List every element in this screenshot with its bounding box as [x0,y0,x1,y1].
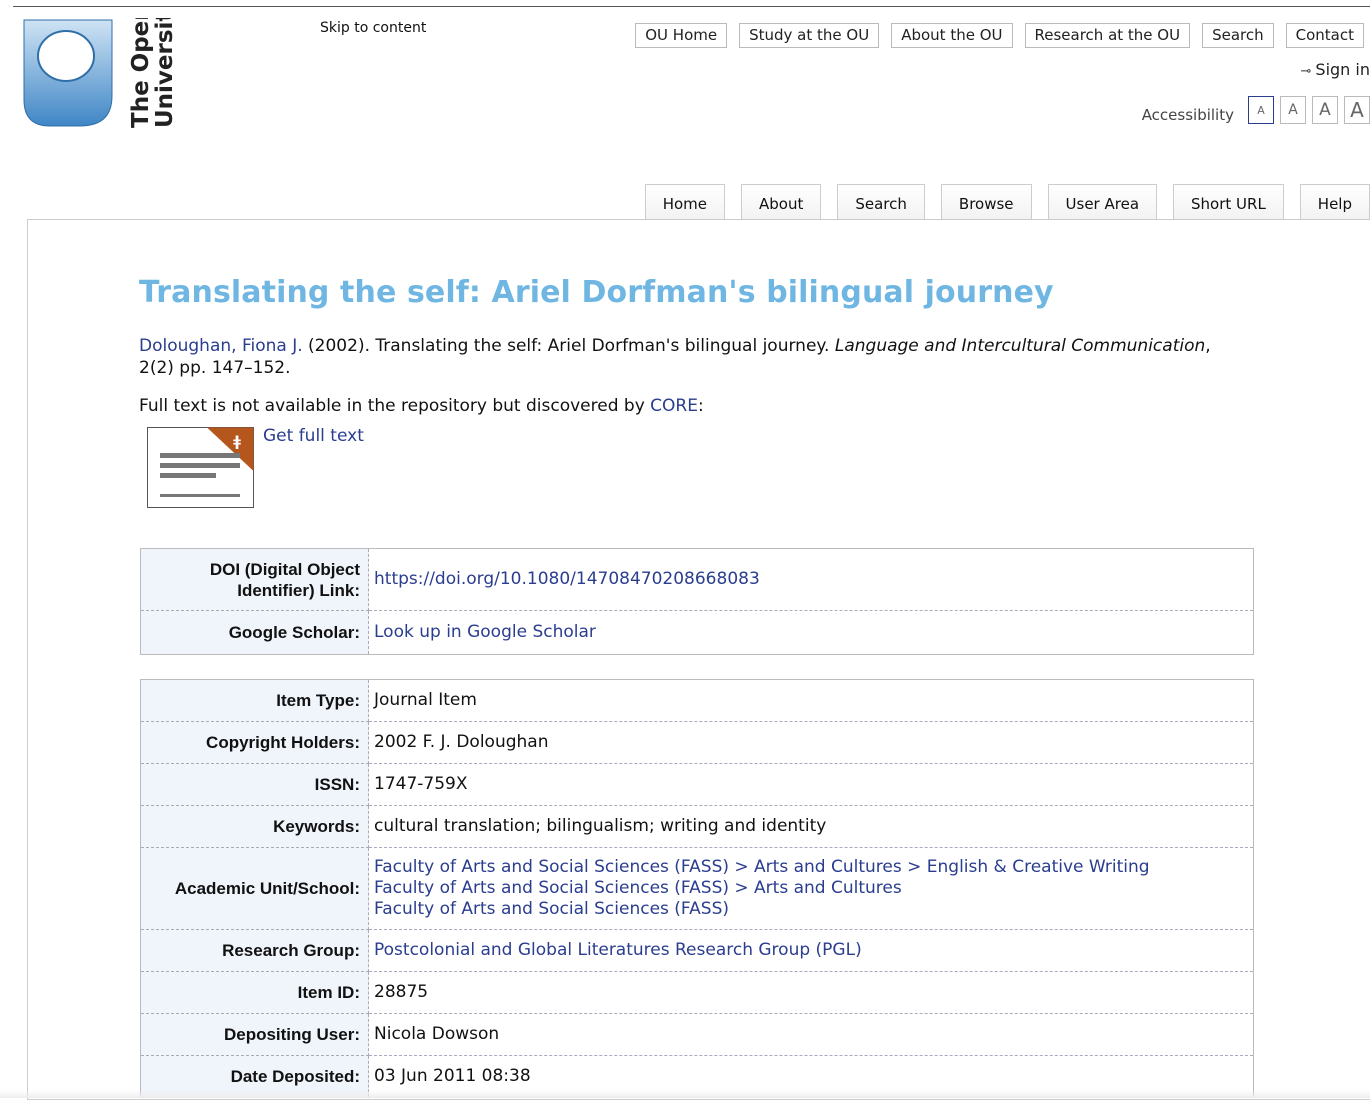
item-type-label: Item Type: [140,679,369,722]
open-university-wordmark: The Open University [128,18,178,128]
depositing-user-label: Depositing User: [140,1013,369,1056]
bottom-fade [0,1090,1370,1098]
tab-search[interactable]: Search [837,184,925,220]
top-nav-contact[interactable]: Contact [1285,23,1364,48]
doi-label: DOI (Digital Object Identifier) Link: [140,548,369,611]
tab-browse[interactable]: Browse [940,184,1032,220]
text-size-medium-button[interactable]: A [1280,96,1306,124]
journal-name: Language and Intercultural Communication [834,336,1206,356]
top-nav-ou-home[interactable]: OU Home [635,23,728,48]
skip-to-content-link[interactable]: Skip to content [320,20,426,36]
top-rule [13,6,1370,7]
text-size-xlarge-button[interactable]: A [1344,96,1370,124]
logo-text-line1: The Open [128,18,154,128]
text-size-large-button[interactable]: A [1312,96,1338,124]
key-icon: ⊸ [1300,64,1312,79]
tab-home[interactable]: Home [644,184,725,220]
academic-unit-link[interactable]: Faculty of Arts and Social Sciences (FAS… [374,878,902,898]
table-row: Copyright Holders: 2002 F. J. Doloughan [140,721,1254,764]
academic-unit-link[interactable]: Faculty of Arts and Social Sciences (FAS… [374,899,729,919]
research-group-link[interactable]: Postcolonial and Global Literatures Rese… [374,940,862,960]
table-row: Academic Unit/School: Faculty of Arts an… [140,847,1254,930]
issn-label: ISSN: [140,763,369,806]
tab-about[interactable]: About [741,184,822,220]
links-table: DOI (Digital Object Identifier) Link: htt… [140,548,1254,655]
svg-text:ǂ: ǂ [233,434,241,450]
keywords-label: Keywords: [140,805,369,848]
details-table: Item Type: Journal Item Copyright Holder… [140,679,1254,1098]
tab-short-url[interactable]: Short URL [1173,184,1284,220]
accessibility-controls: Accessibility A A A A [1142,96,1370,124]
table-row: Depositing User: Nicola Dowson [140,1013,1254,1056]
author-link[interactable]: Doloughan, Fiona J. [139,336,303,356]
get-full-text-link[interactable]: Get full text [263,426,364,446]
item-id-label: Item ID: [140,971,369,1014]
table-row: Keywords: cultural translation; bilingua… [140,805,1254,848]
issn-value: 1747-759X [368,763,1254,806]
top-nav-search[interactable]: Search [1202,23,1274,48]
doi-link[interactable]: https://doi.org/10.1080/1470847020866808… [374,569,760,589]
table-row: Item Type: Journal Item [140,679,1254,722]
text-size-small-button[interactable]: A [1248,96,1274,124]
academic-unit-label: Academic Unit/School: [140,847,369,930]
citation: Doloughan, Fiona J. (2002). Translating … [139,335,1219,379]
tab-user-area[interactable]: User Area [1047,184,1158,220]
top-nav-research[interactable]: Research at the OU [1024,23,1191,48]
depositing-user-value: Nicola Dowson [368,1013,1254,1056]
table-row: ISSN: 1747-759X [140,763,1254,806]
academic-unit-link[interactable]: Faculty of Arts and Social Sciences (FAS… [374,857,1150,877]
logo-text-line2: University [152,18,178,128]
full-text-notice: Full text is not available in the reposi… [139,396,704,416]
main-tabs: Home About Search Browse User Area Short… [644,184,1370,220]
citation-text: (2002). Translating the self: Ariel Dorf… [302,336,835,356]
top-nav: OU Home Study at the OU About the OU Res… [635,23,1364,48]
core-document-icon[interactable]: ǂ [147,427,255,509]
page-title: Translating the self: Ariel Dorfman's bi… [139,275,1054,310]
top-nav-about[interactable]: About the OU [891,23,1013,48]
google-scholar-link[interactable]: Look up in Google Scholar [374,622,596,642]
tab-help[interactable]: Help [1299,184,1370,220]
sign-in-label: Sign in [1315,60,1370,79]
full-text-notice-suffix: : [697,396,704,416]
item-type-value: Journal Item [368,679,1254,722]
top-nav-study[interactable]: Study at the OU [739,23,880,48]
keywords-value: cultural translation; bilingualism; writ… [368,805,1254,848]
sign-in-link[interactable]: ⊸ Sign in [1301,60,1370,79]
table-row: DOI (Digital Object Identifier) Link: htt… [140,548,1254,611]
research-group-label: Research Group: [140,929,369,972]
table-row: Item ID: 28875 [140,971,1254,1014]
core-link[interactable]: CORE [650,396,698,416]
full-text-notice-text: Full text is not available in the reposi… [139,396,651,416]
item-id-value: 28875 [368,971,1254,1014]
copyright-label: Copyright Holders: [140,721,369,764]
google-scholar-label: Google Scholar: [140,610,369,655]
copyright-value: 2002 F. J. Doloughan [368,721,1254,764]
accessibility-label: Accessibility [1141,106,1234,124]
table-row: Research Group: Postcolonial and Global … [140,929,1254,972]
table-row: Google Scholar: Look up in Google Schola… [140,610,1254,655]
